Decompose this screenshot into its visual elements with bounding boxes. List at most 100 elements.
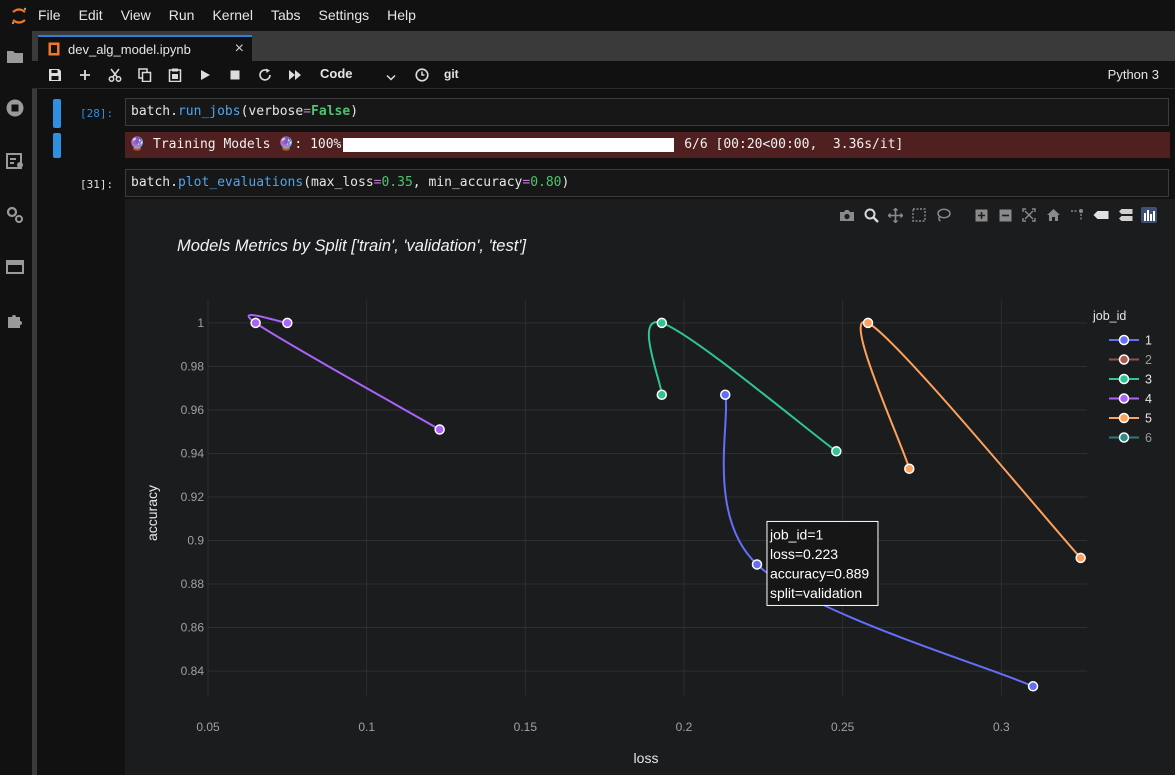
paste-icon[interactable] (166, 66, 184, 84)
zoom-in-icon[interactable] (969, 205, 993, 225)
data-point-5 (1075, 552, 1086, 564)
menu-tabs[interactable]: Tabs (262, 0, 310, 31)
menu-edit[interactable]: Edit (70, 0, 112, 31)
code-token: False (311, 104, 351, 119)
commands-icon[interactable] (4, 150, 26, 172)
cell-prompt: [31]: (80, 178, 114, 191)
save-icon[interactable] (46, 66, 64, 84)
menu-settings[interactable]: Settings (310, 0, 379, 31)
zoom-out-icon[interactable] (993, 205, 1017, 225)
output-collapser[interactable] (53, 133, 61, 158)
data-point-5 (862, 317, 874, 329)
menu-bar: File Edit View Run Kernel Tabs Settings … (0, 0, 1175, 31)
data-point-3 (656, 389, 668, 400)
series-points (250, 317, 1086, 692)
code-token: verbose (248, 104, 304, 119)
progress-prefix: 🔮 Training Models 🔮: 100% (129, 137, 342, 152)
hover-line: split=validation (770, 585, 862, 601)
add-icon[interactable] (76, 66, 94, 84)
legend-marker-3 (1118, 373, 1130, 385)
menu-file[interactable]: File (38, 0, 70, 31)
box-select-icon[interactable] (907, 205, 931, 225)
y-tick-label: 0.84 (181, 664, 205, 678)
legend-label-2: 2 (1145, 353, 1152, 367)
cut-icon[interactable] (106, 66, 124, 84)
tabs-icon[interactable] (4, 256, 26, 278)
copy-icon[interactable] (136, 66, 154, 84)
hover-compare-icon[interactable] (1113, 205, 1137, 225)
home-icon[interactable] (1041, 205, 1065, 225)
camera-icon[interactable] (835, 205, 859, 225)
hover-line: accuracy=0.889 (770, 565, 869, 581)
notebook-tab[interactable]: dev_alg_model.ipynb × (38, 35, 252, 61)
code-token: max_loss (311, 175, 374, 190)
notebook-toolbar: Code git Python 3 (32, 61, 1175, 89)
series-line-5 (859, 320, 1082, 559)
grid-y (208, 322, 1087, 672)
code-cell-input[interactable]: batch.plot_evaluations(max_loss=0.35, mi… (125, 169, 1169, 197)
plotly-logo-icon[interactable] (1137, 205, 1161, 225)
notebook-panel[interactable]: [28]: batch.run_jobs(verbose=False) 🔮 Tr… (37, 89, 1175, 775)
progress-suffix: 6/6 [00:20<00:00, 3.36s/it] (676, 137, 904, 152)
plotly-chart[interactable]: Models Metrics by Split ['train', 'valid… (125, 199, 1175, 775)
tab-bar: dev_alg_model.ipynb × (32, 31, 1175, 61)
legend-label-6: 6 (1145, 431, 1152, 445)
autoscale-icon[interactable] (1017, 205, 1041, 225)
y-tick-label: 0.96 (181, 403, 205, 417)
legend-marker-4 (1118, 393, 1130, 404)
folder-icon[interactable] (4, 45, 26, 67)
data-point-1 (719, 389, 731, 400)
progress-bar-fill (345, 138, 673, 152)
kernel-status[interactable]: Python 3 (1108, 67, 1159, 82)
jupyter-logo-icon (0, 0, 38, 31)
running-icon[interactable] (4, 97, 26, 119)
code-token: 0.80 (530, 175, 562, 190)
clock-icon[interactable] (413, 66, 431, 84)
property-inspector-icon[interactable] (4, 204, 26, 226)
menu-kernel[interactable]: Kernel (203, 0, 261, 31)
code-cell-input[interactable]: batch.run_jobs(verbose=False) (125, 98, 1169, 126)
data-point-3 (831, 446, 842, 457)
legend-label-3: 3 (1145, 373, 1152, 387)
cell-collapser[interactable] (53, 99, 61, 128)
hover-line: job_id=1 (769, 526, 824, 542)
pan-icon[interactable] (883, 205, 907, 225)
cell-prompt: [28]: (80, 107, 114, 120)
y-tick-label: 0.98 (181, 359, 205, 373)
chart-canvas[interactable]: Models Metrics by Split ['train', 'valid… (125, 199, 1175, 775)
zoom-icon[interactable] (859, 205, 883, 225)
menu-help[interactable]: Help (378, 0, 425, 31)
restart-icon[interactable] (256, 66, 274, 84)
hover-closest-icon[interactable] (1089, 205, 1113, 225)
run-all-icon[interactable] (286, 66, 304, 84)
x-tick-label: 0.3 (993, 720, 1010, 734)
data-point-1 (1027, 681, 1039, 692)
series-line-4 (247, 314, 441, 431)
legend-marker-5 (1118, 412, 1130, 424)
x-tick-labels: 0.05 0.1 0.15 0.2 0.25 0.3 (196, 720, 1010, 734)
x-tick-label: 0.05 (196, 720, 220, 734)
y-axis-label: accuracy (144, 485, 160, 541)
legend-marker-6 (1118, 432, 1130, 443)
y-tick-label: 0.94 (181, 446, 205, 460)
legend-title: job_id (1092, 309, 1126, 323)
git-button[interactable]: git (444, 67, 459, 81)
stop-icon[interactable] (226, 66, 244, 84)
lasso-icon[interactable] (931, 205, 955, 225)
menu-run[interactable]: Run (160, 0, 204, 31)
code-token: 0.35 (381, 175, 413, 190)
chevron-down-icon[interactable] (386, 69, 396, 87)
notebook-icon (48, 42, 60, 56)
hover-line: loss=0.223 (770, 546, 838, 562)
y-tick-label: 0.88 (181, 577, 205, 591)
legend-marker-1 (1118, 334, 1130, 346)
x-tick-label: 0.2 (676, 720, 693, 734)
hover-tooltip: job_id=1 loss=0.223 accuracy=0.889 split=va… (766, 520, 879, 606)
close-icon[interactable]: × (235, 40, 244, 58)
menu-view[interactable]: View (112, 0, 160, 31)
extension-icon[interactable] (4, 309, 26, 331)
main-area: dev_alg_model.ipynb × Code git Python 3 … (32, 31, 1175, 775)
run-icon[interactable] (196, 66, 214, 84)
code-token: run_jobs (177, 104, 241, 119)
spike-icon[interactable] (1065, 205, 1089, 225)
